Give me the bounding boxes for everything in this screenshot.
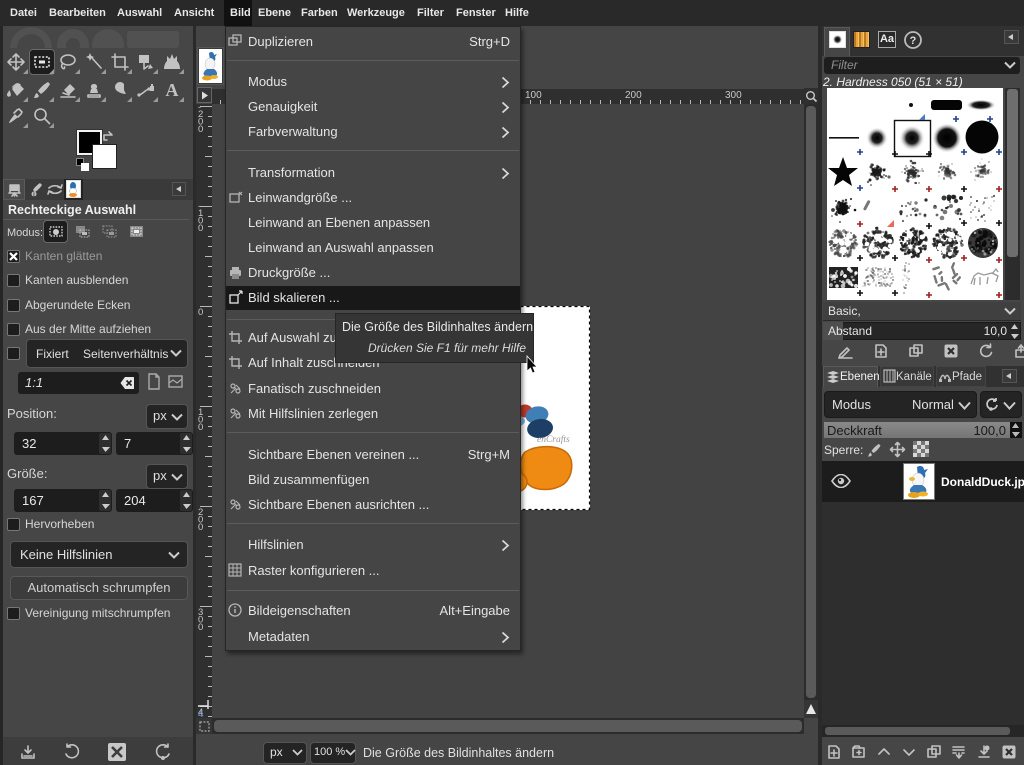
svg-text:100: 100: [525, 90, 542, 101]
svg-text:0: 0: [198, 124, 203, 135]
svg-text:A: A: [166, 80, 179, 100]
svg-text:4: 4: [198, 709, 204, 718]
svg-text:0: 0: [198, 422, 203, 433]
svg-text:0: 0: [198, 522, 203, 533]
svg-text:0: 0: [198, 223, 203, 234]
svg-text:0: 0: [198, 307, 203, 318]
svg-text:0: 0: [198, 622, 203, 633]
svg-text:300: 300: [725, 90, 742, 101]
svg-text:?: ?: [910, 35, 917, 47]
svg-text:enCrafts: enCrafts: [537, 434, 570, 445]
svg-text:200: 200: [625, 90, 642, 101]
